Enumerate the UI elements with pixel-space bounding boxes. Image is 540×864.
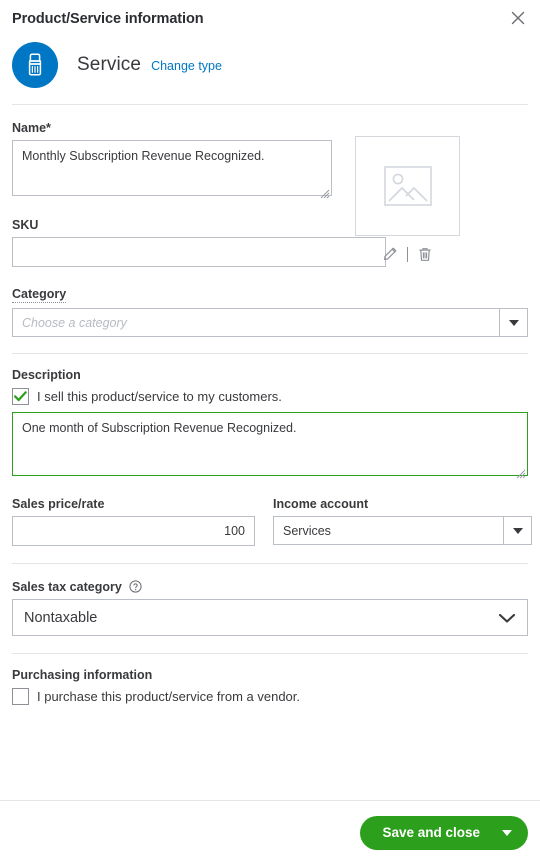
save-and-close-label: Save and close bbox=[382, 825, 480, 840]
sales-price-column: Sales price/rate bbox=[12, 495, 255, 546]
sell-product-checkbox[interactable] bbox=[12, 388, 29, 405]
chevron-down-icon bbox=[508, 319, 519, 326]
paintbrush-icon bbox=[28, 53, 42, 76]
description-body: Description I sell this product/service … bbox=[0, 368, 540, 563]
purchasing-title: Purchasing information bbox=[12, 668, 153, 682]
trash-icon bbox=[419, 247, 431, 261]
sales-tax-label: Sales tax category bbox=[12, 580, 122, 594]
price-account-row: Sales price/rate Income account Services bbox=[12, 495, 532, 546]
caret-down-icon[interactable] bbox=[502, 829, 512, 836]
sales-price-label: Sales price/rate bbox=[12, 497, 105, 511]
sell-checkbox-label[interactable]: I sell this product/service to my custom… bbox=[37, 389, 282, 404]
sales-price-input[interactable] bbox=[12, 516, 255, 546]
description-field-wrap bbox=[12, 412, 528, 481]
checkmark-icon bbox=[14, 391, 27, 402]
sku-input[interactable] bbox=[12, 237, 386, 267]
close-icon bbox=[511, 11, 525, 25]
delete-image-button[interactable] bbox=[408, 244, 442, 264]
panel-footer: Save and close bbox=[0, 800, 540, 864]
sell-checkbox-row[interactable]: I sell this product/service to my custom… bbox=[12, 388, 528, 405]
product-type-name: Service bbox=[77, 54, 142, 75]
name-sku-thumbnail-row: Name* SKU bbox=[12, 119, 528, 267]
income-account-dropdown-button[interactable] bbox=[503, 517, 531, 544]
close-button[interactable] bbox=[506, 6, 530, 30]
name-sku-column: Name* SKU bbox=[12, 119, 386, 267]
product-type-avatar bbox=[12, 42, 58, 88]
sales-tax-body: Sales tax category Nontaxable bbox=[0, 578, 540, 653]
income-account-value: Services bbox=[283, 523, 331, 538]
change-type-link[interactable]: Change type bbox=[151, 59, 222, 73]
income-account-select[interactable]: Services bbox=[273, 516, 532, 545]
purchasing-body: Purchasing information I purchase this p… bbox=[0, 668, 540, 705]
sales-tax-value: Nontaxable bbox=[24, 609, 98, 626]
sku-label: SKU bbox=[12, 218, 39, 232]
description-input[interactable] bbox=[12, 412, 528, 476]
description-title: Description bbox=[12, 368, 81, 382]
name-label: Name* bbox=[12, 121, 51, 135]
question-circle-icon bbox=[129, 580, 142, 593]
thumbnail-actions bbox=[355, 244, 460, 264]
category-select[interactable]: Choose a category bbox=[12, 308, 528, 337]
product-image-placeholder[interactable] bbox=[355, 136, 460, 236]
sales-tax-label-row: Sales tax category bbox=[12, 578, 528, 599]
purchase-checkbox-label[interactable]: I purchase this product/service from a v… bbox=[37, 689, 300, 704]
purchase-product-checkbox[interactable] bbox=[12, 688, 29, 705]
category-label: Category bbox=[12, 287, 67, 303]
income-account-column: Income account Services bbox=[273, 495, 532, 546]
category-dropdown-button[interactable] bbox=[499, 309, 527, 336]
panel-header: Product/Service information bbox=[0, 0, 540, 28]
edit-image-button[interactable] bbox=[373, 244, 407, 264]
sales-tax-help-button[interactable] bbox=[129, 580, 142, 598]
product-type-row: Service Change type bbox=[0, 28, 540, 88]
page-title: Product/Service information bbox=[12, 11, 204, 27]
category-value: Choose a category bbox=[22, 315, 127, 330]
income-account-label: Income account bbox=[273, 497, 369, 511]
form-body: Name* SKU bbox=[0, 119, 540, 353]
name-field-wrap bbox=[12, 140, 332, 201]
name-input[interactable] bbox=[12, 140, 332, 196]
chevron-down-icon bbox=[498, 613, 516, 623]
image-placeholder-icon bbox=[383, 166, 432, 206]
save-and-close-button[interactable]: Save and close bbox=[360, 815, 528, 850]
thumbnail-column bbox=[355, 119, 460, 264]
purchase-checkbox-row[interactable]: I purchase this product/service from a v… bbox=[12, 688, 528, 705]
sales-tax-select[interactable]: Nontaxable bbox=[12, 599, 528, 636]
pencil-icon bbox=[384, 247, 397, 260]
chevron-down-icon bbox=[512, 527, 523, 534]
